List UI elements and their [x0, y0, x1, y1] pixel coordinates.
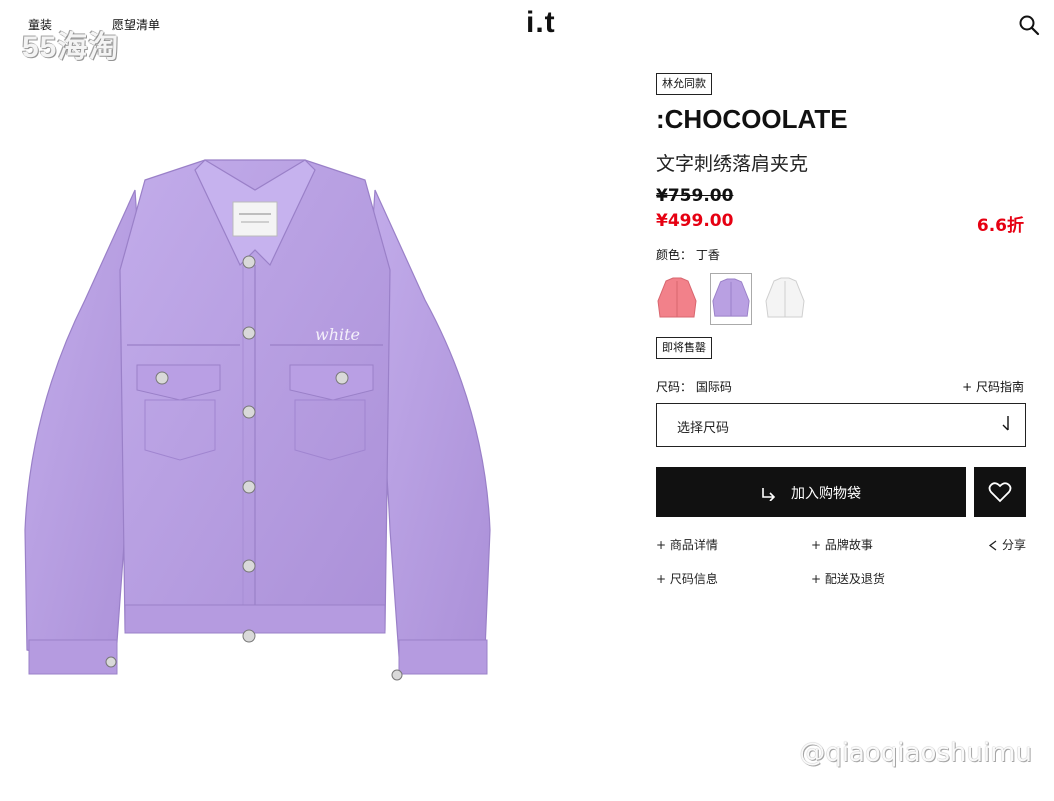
- celebrity-tag: 林允同款: [656, 73, 712, 95]
- size-select[interactable]: 选择尺码: [656, 403, 1026, 447]
- size-label: 尺码： 国际码: [656, 380, 732, 394]
- swatch-pink[interactable]: [656, 273, 698, 325]
- share-link[interactable]: 分享: [988, 536, 1026, 553]
- swatch-white[interactable]: [764, 273, 806, 325]
- size-info-link[interactable]: + 尺码信息: [656, 570, 718, 587]
- search-button[interactable]: [1018, 14, 1040, 36]
- color-label: 颜色： 丁香: [656, 248, 720, 262]
- brand-name[interactable]: :CHOCOOLATE: [656, 104, 848, 135]
- product-image: white: [15, 150, 495, 710]
- swatch-lilac[interactable]: [710, 273, 752, 325]
- discount-badge: 6.6折: [976, 216, 1024, 236]
- enter-arrow-icon: [762, 488, 776, 502]
- size-guide-link[interactable]: + 尺码指南: [962, 378, 1024, 395]
- watermark-55haitao: 55海淘: [22, 31, 120, 64]
- shipping-returns-link[interactable]: + 配送及退货: [811, 570, 885, 587]
- original-price: ¥759.00: [656, 186, 734, 206]
- heart-icon: [988, 482, 1012, 503]
- share-icon: [988, 540, 997, 551]
- add-to-cart-button[interactable]: 加入购物袋: [656, 467, 966, 517]
- sale-price: ¥499.00: [656, 211, 734, 231]
- product-detail-link[interactable]: + 商品详情: [656, 536, 718, 553]
- wishlist-button[interactable]: [974, 467, 1026, 517]
- embroidery-text: white: [315, 325, 360, 344]
- site-logo[interactable]: i.t: [526, 6, 556, 40]
- watermark-username: @qiaoqiaoshuimu: [799, 738, 1032, 768]
- select-arrow-icon: [1002, 416, 1009, 431]
- low-stock-tag: 即将售罄: [656, 337, 712, 359]
- product-name: 文字刺绣落肩夹克: [656, 153, 809, 175]
- brand-story-link[interactable]: + 品牌故事: [811, 536, 873, 553]
- size-select-placeholder: 选择尺码: [677, 421, 730, 436]
- add-to-cart-label: 加入购物袋: [791, 486, 861, 502]
- search-icon: [1019, 15, 1040, 36]
- share-label: 分享: [1001, 538, 1026, 552]
